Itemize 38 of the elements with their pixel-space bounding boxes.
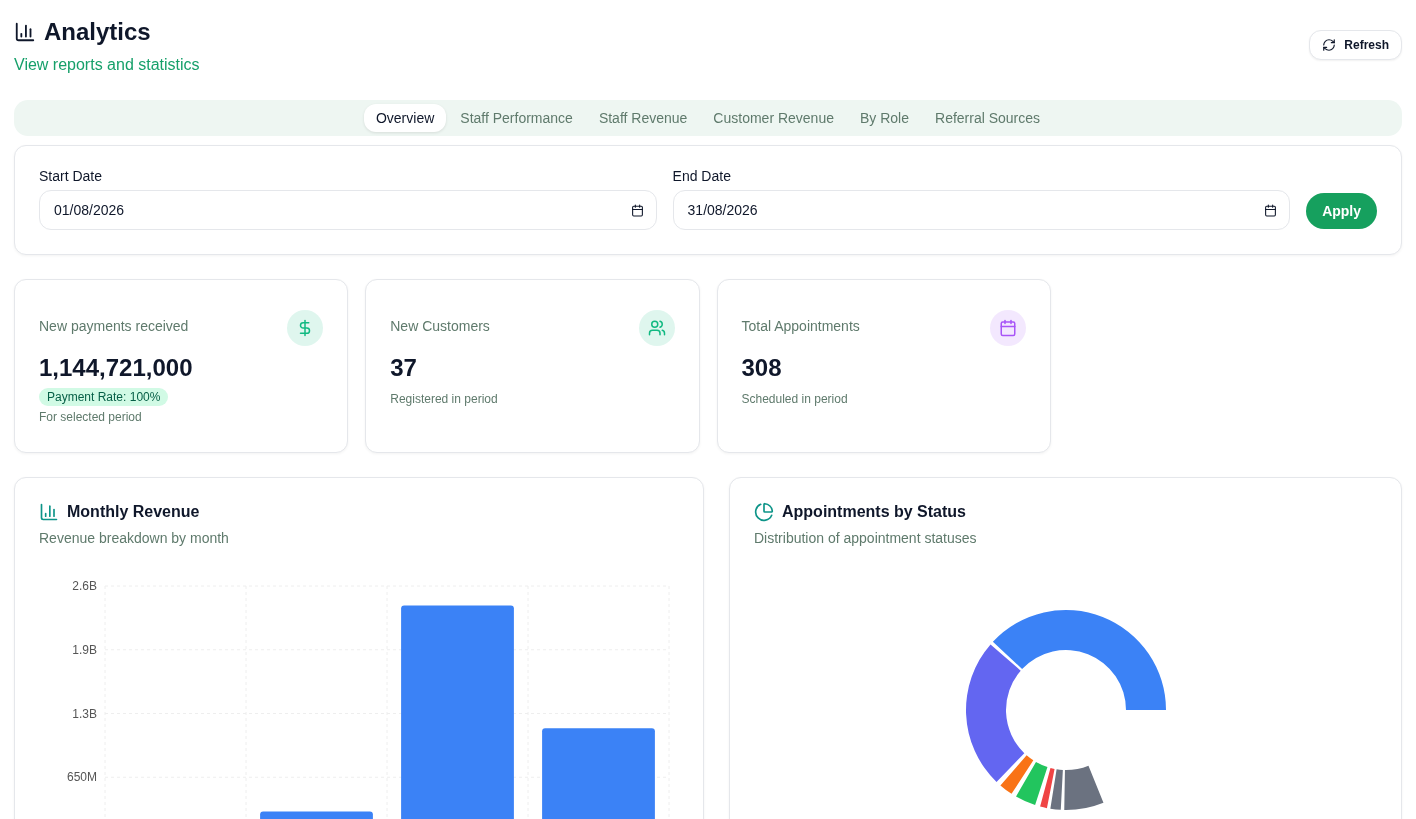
pie-chart-icon (754, 502, 774, 522)
date-field[interactable]: 31/08/2026 (672, 190, 1291, 230)
axis-tick-label: 1.9B (72, 642, 97, 657)
refresh-icon (1322, 38, 1337, 52)
field-label: End Date (672, 168, 732, 184)
refresh-button[interactable]: Refresh (1309, 30, 1402, 60)
chart-title: Monthly Revenue (67, 503, 200, 521)
stat-value: 37 (390, 354, 418, 382)
bar-chart-icon (39, 502, 59, 522)
stat-value: 1,144,721,000 (39, 354, 193, 382)
chart-subtitle: Distribution of appointment statuses (754, 530, 978, 546)
date-field[interactable]: 01/08/2026 (39, 190, 657, 230)
chart-subtitle: Revenue breakdown by month (39, 530, 230, 546)
page-title: Analytics (44, 18, 151, 46)
tab[interactable]: Staff Revenue (586, 104, 700, 132)
apply-button[interactable]: Apply (1306, 193, 1377, 229)
stat-label: New Customers (390, 318, 491, 334)
tab[interactable]: Overview (363, 104, 447, 132)
axis-tick-label: 1.3B (72, 706, 97, 721)
page-subtitle: View reports and statistics (14, 56, 200, 74)
stat-label: Total Appointments (741, 318, 860, 334)
tab[interactable]: Referral Sources (923, 104, 1053, 132)
field-label: Start Date (39, 168, 104, 184)
axis-tick-label: 650M (66, 770, 97, 785)
axis-tick-label: 2.6B (72, 579, 97, 593)
calendar-icon (1264, 203, 1278, 217)
calendar-icon (630, 203, 644, 217)
tab[interactable]: By Role (848, 104, 921, 132)
stat-note: Registered in period (390, 392, 498, 406)
stat-value: 308 (741, 354, 783, 382)
stat-label: New payments received (39, 318, 190, 334)
chart-title: Appointments by Status (782, 503, 966, 521)
stat-note: For selected period (39, 410, 143, 424)
payment-rate-badge: Payment Rate: 100% (39, 388, 169, 406)
tab[interactable]: Customer Revenue (701, 104, 846, 132)
bar-chart-icon (14, 21, 36, 43)
stat-note: Scheduled in period (741, 392, 849, 406)
tab[interactable]: Staff Performance (448, 104, 585, 132)
